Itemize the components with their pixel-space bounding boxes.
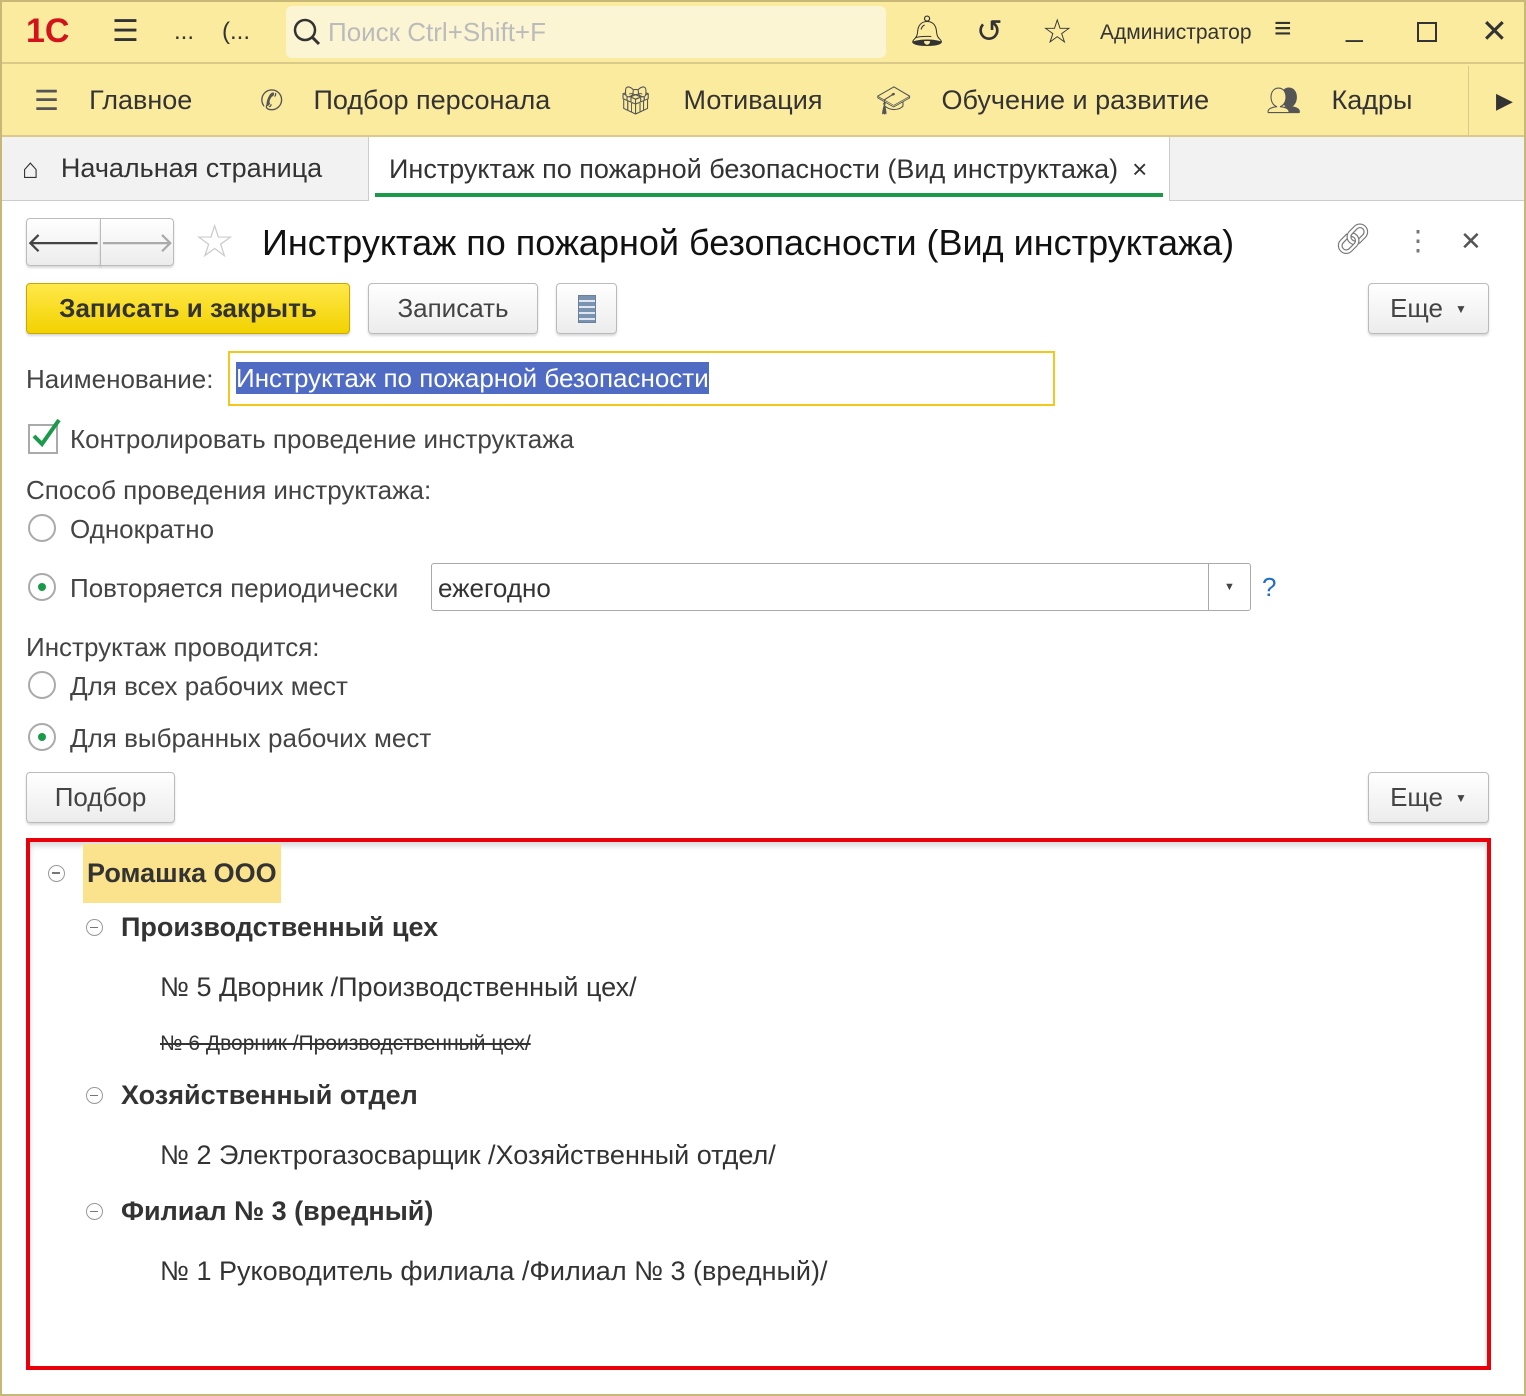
favorite-star-icon[interactable]: ☆ (194, 214, 235, 268)
search-placeholder: Поиск Ctrl+Shift+F (328, 16, 546, 47)
tab-label: Инструктаж по пожарной безопасности (Вид… (389, 153, 1119, 184)
arrow-right-icon: 🡒 (99, 227, 175, 258)
close-form-icon[interactable]: ✕ (1460, 226, 1482, 257)
nav-scroll-right-icon[interactable]: ▶ (1496, 88, 1513, 114)
radio-all-label[interactable]: Для всех рабочих мест (70, 671, 348, 702)
tree-group[interactable]: Хозяйственный отдел (86, 1080, 418, 1111)
tree-group[interactable]: Производственный цех (86, 912, 438, 943)
collapse-icon[interactable] (86, 919, 103, 936)
nav-item-main[interactable]: ☰ Главное (34, 64, 192, 137)
group-label: Филиал № 3 (вредный) (121, 1196, 434, 1226)
checkmark-icon (32, 418, 61, 448)
list-icon: ☰ (34, 85, 60, 116)
link-icon[interactable]: 🔗︎ (1334, 222, 1372, 257)
name-input[interactable]: Инструктаж по пожарной безопасности (228, 351, 1055, 406)
period-select[interactable]: ежегодно ▼ (431, 563, 1251, 611)
1c-logo: 1С (26, 12, 70, 50)
close-window-icon[interactable]: ✕ (1481, 12, 1508, 50)
tree-group[interactable]: Филиал № 3 (вредный) (86, 1196, 433, 1227)
pick-button[interactable]: Подбор (26, 772, 175, 823)
more-table-button[interactable]: Еще ▼ (1368, 772, 1489, 823)
dots-button[interactable]: ... (174, 18, 194, 46)
name-label: Наименование: (26, 364, 214, 394)
radio-selected-label[interactable]: Для выбранных рабочих мест (70, 723, 431, 754)
nav-item-training[interactable]: 🎓︎ Обучение и развитие (876, 64, 1209, 137)
radio-once-label[interactable]: Однократно (70, 514, 214, 545)
tree-root-label: Ромашка ООО (83, 843, 281, 903)
tree-item-deleted[interactable]: № 6 Дворник /Производственный цех/ (160, 1032, 531, 1056)
star-icon[interactable]: ☆ (1042, 12, 1072, 52)
save-button[interactable]: Записать (368, 283, 538, 334)
control-checkbox[interactable] (28, 418, 61, 454)
nav-item-motivation[interactable]: 🎁︎ Мотивация (618, 64, 822, 137)
graduation-cap-icon: 🎓︎ (876, 85, 912, 116)
tab-close-icon[interactable]: × (1132, 154, 1147, 185)
save-and-close-button[interactable]: Записать и закрыть (26, 283, 350, 334)
maximize-icon[interactable] (1417, 22, 1437, 42)
more-label: Еще (1390, 782, 1443, 812)
tab-home[interactable]: ⌂ Начальная страница (0, 137, 368, 200)
nav-label: Обучение и развитие (941, 85, 1210, 115)
method-label: Способ проведения инструктажа: (26, 475, 432, 505)
tree-item[interactable]: № 5 Дворник /Производственный цех/ (160, 972, 637, 1003)
people-icon: 👥︎ (1266, 85, 1302, 116)
radio-periodic[interactable] (28, 573, 56, 601)
help-link[interactable]: ? (1262, 572, 1276, 603)
search-input[interactable]: Поиск Ctrl+Shift+F (286, 6, 886, 58)
document-list-icon (577, 294, 596, 323)
forward-button[interactable]: 🡒 (99, 218, 175, 266)
tree-item[interactable]: № 2 Электрогазосварщик /Хозяйственный от… (160, 1140, 776, 1171)
nav-label: Кадры (1331, 85, 1413, 115)
dropdown-caret-icon: ▼ (1455, 301, 1467, 316)
user-name[interactable]: Администратор (1100, 21, 1252, 45)
dropdown-caret-icon: ▼ (1455, 790, 1467, 805)
active-tab-underline (375, 193, 1163, 197)
group-label: Производственный цех (121, 912, 439, 942)
gift-icon: 🎁︎ (618, 85, 654, 116)
period-value: ежегодно (438, 573, 551, 603)
phone-icon: ✆ (260, 85, 284, 116)
group-label: Хозяйственный отдел (121, 1080, 418, 1110)
tab-label: Начальная страница (60, 153, 323, 183)
tab-active-form[interactable]: Инструктаж по пожарной безопасности (Вид… (368, 137, 1170, 201)
history-paren-button[interactable]: (... (222, 18, 250, 46)
scope-label: Инструктаж проводится: (26, 632, 320, 662)
tree-root[interactable]: Ромашка ООО (48, 843, 281, 903)
nav-label: Главное (89, 85, 193, 115)
menu-icon[interactable]: ☰ (112, 14, 139, 49)
more-button[interactable]: Еще ▼ (1368, 283, 1489, 334)
name-value: Инструктаж по пожарной безопасности (236, 362, 709, 394)
minimize-icon[interactable]: _ (1346, 10, 1363, 44)
nav-label: Подбор персонала (313, 85, 551, 115)
workplaces-tree[interactable]: Ромашка ООО Производственный цех № 5 Дво… (26, 838, 1491, 1370)
more-label: Еще (1390, 293, 1443, 323)
back-button[interactable]: 🡐 (26, 218, 101, 266)
dropdown-arrow-icon[interactable]: ▼ (1208, 564, 1250, 610)
nav-item-personnel[interactable]: 👥︎ Кадры (1266, 64, 1412, 137)
divider (1468, 66, 1469, 135)
bell-icon[interactable]: 🔔︎ (908, 14, 946, 49)
collapse-icon[interactable] (86, 1087, 103, 1104)
report-button[interactable] (556, 283, 617, 334)
radio-once[interactable] (28, 514, 56, 542)
nav-label: Мотивация (683, 85, 823, 115)
radio-all-workplaces[interactable] (28, 671, 56, 699)
tree-item[interactable]: № 1 Руководитель филиала /Филиал № 3 (вр… (160, 1256, 827, 1287)
control-label[interactable]: Контролировать проведение инструктажа (70, 424, 574, 455)
nav-item-recruiting[interactable]: ✆ Подбор персонала (260, 64, 550, 137)
search-icon (293, 18, 321, 46)
top-bar: 1С ☰ ... (... Поиск Ctrl+Shift+F 🔔︎ ↺ ☆ … (0, 0, 1526, 64)
settings-filter-icon[interactable]: ≡ (1274, 12, 1292, 46)
radio-selected-workplaces[interactable] (28, 723, 56, 751)
history-icon[interactable]: ↺ (976, 12, 1003, 50)
collapse-icon[interactable] (48, 864, 65, 882)
radio-periodic-label[interactable]: Повторяется периодически (70, 573, 398, 604)
home-icon: ⌂ (22, 152, 39, 184)
arrow-left-icon: 🡐 (25, 227, 102, 258)
tab-bar: ⌂ Начальная страница Инструктаж по пожарн… (0, 137, 1526, 201)
more-vertical-icon[interactable]: ⋮ (1404, 224, 1432, 257)
collapse-icon[interactable] (86, 1203, 103, 1220)
page-title: Инструктаж по пожарной безопасности (Вид… (262, 222, 1235, 263)
